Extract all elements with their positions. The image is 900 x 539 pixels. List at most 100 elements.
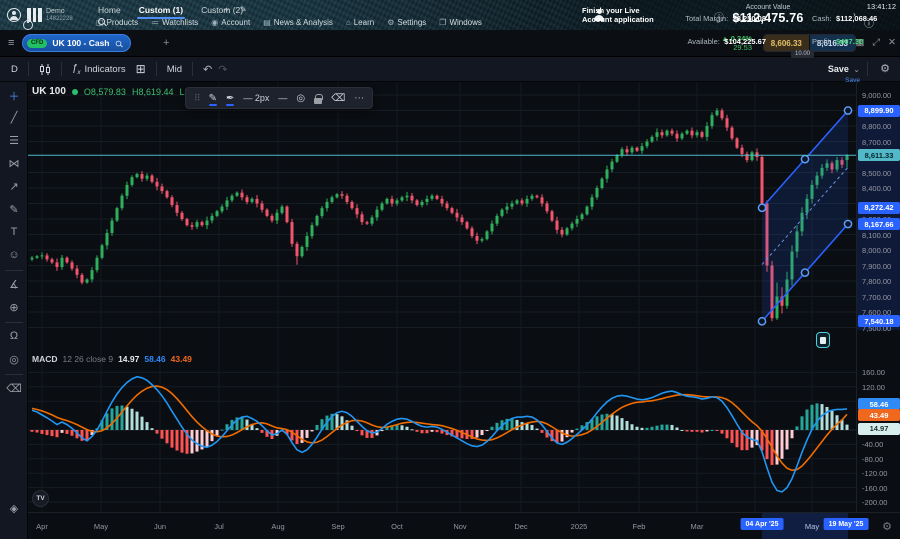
crosshair-tool[interactable]: ＋ [0, 88, 28, 104]
zoom-in-tool[interactable]: ⊕ [0, 301, 28, 314]
layout-grid-icon[interactable]: ⊞ [133, 62, 149, 76]
logout-power-icon[interactable] [23, 20, 33, 30]
available-label: Available: [687, 37, 719, 46]
floating-drawing-toolbar: ⠿ ✎ ✒ — 2px — ◎ ⌫ ⋯ [185, 87, 373, 109]
tab-title: UK 100 - Cash [52, 38, 109, 48]
macd-line-value: 58.46 [144, 354, 165, 364]
delete-drawing-icon[interactable]: ⌫ [331, 93, 345, 104]
trading-platform-window: Demo 14822228 HomeCustom (1)Custom (2) +… [0, 0, 900, 539]
menu-watchlists[interactable]: ≔Watchlists [151, 18, 198, 27]
fib-retracement-tool[interactable]: ☰ [0, 134, 28, 147]
time-tick: Apr [36, 522, 48, 531]
symbol-name[interactable]: UK 100 [32, 86, 66, 97]
menu-account-icon: ◉ [211, 18, 218, 27]
line-style-button[interactable]: — [278, 93, 287, 103]
time-tick: Sep [331, 522, 344, 531]
expand-account-chevron[interactable]: › [853, 10, 856, 19]
timeframe-button[interactable]: D [8, 64, 21, 75]
nav-tab-custom-1-[interactable]: Custom (1) [137, 2, 185, 19]
price-tick: 8,800.00 [857, 122, 900, 131]
menu-windows[interactable]: ❐Windows [439, 18, 482, 27]
save-button[interactable]: Save ⌄ Save [828, 59, 860, 84]
forecast-tool[interactable]: ↗ [0, 180, 28, 193]
candles-icon [39, 63, 51, 76]
text-tool[interactable]: T [0, 226, 28, 238]
account-value: $112,475.76 [728, 11, 808, 25]
account-value-label: Account Value [728, 4, 808, 11]
brush-tool[interactable]: ✎ [0, 203, 28, 216]
open-value: O8,579.83 [84, 87, 126, 97]
pattern-tool[interactable]: ⋈ [0, 157, 28, 170]
drawing-tools-rail: ＋ ╱ ☰ ⋈ ↗ ✎ T ☺ ∡ ⊕ Ω ◎ ⌫ ◈ [0, 82, 28, 539]
tab-uk100-cash[interactable]: CFD UK 100 - Cash [22, 34, 131, 52]
time-tick: Oct [391, 522, 403, 531]
add-chart-tab-button[interactable]: + [163, 37, 169, 49]
hide-drawings-button[interactable]: ◎ [0, 353, 28, 366]
cash-label: Cash: [812, 14, 832, 23]
remove-drawings-button[interactable]: ⌫ [0, 382, 28, 395]
drawing-price-badge: 8,899.90 [858, 105, 900, 117]
time-tick: Feb [633, 522, 646, 531]
menu-products-label: Products [107, 18, 139, 27]
price-chart[interactable] [28, 82, 856, 352]
time-axis[interactable]: AprMayJunJulAugSepOctNovDec2025FebMarMay… [0, 512, 900, 539]
platform-info-icon[interactable]: ⓘ [864, 15, 874, 30]
template-target-icon[interactable]: ◎ [296, 93, 305, 104]
more-options-icon[interactable]: ⋯ [354, 93, 364, 104]
macd-tick: -200.00 [857, 498, 900, 507]
tradingview-logo[interactable]: TV [32, 490, 49, 507]
line-color-button[interactable]: ✎ [209, 93, 217, 104]
magnet-tool[interactable]: Ω [0, 330, 28, 342]
chart-style-button[interactable] [36, 63, 54, 76]
menu-news-analysis[interactable]: ▤News & Analysis [263, 18, 333, 27]
drawing-date-badge: 04 Apr '25 [741, 518, 784, 530]
menu-products[interactable]: ◫Products [96, 18, 138, 27]
profit-value: $407.30 [836, 37, 863, 46]
price-axis[interactable]: 9,000.008,900.008,800.008,700.008,500.00… [856, 82, 900, 539]
save-caret-icon[interactable]: ⌄ [853, 65, 860, 74]
sell-price-button[interactable]: 8,606.33 [764, 35, 809, 51]
nav-tab-custom-2-[interactable]: Custom (2) [199, 2, 245, 19]
price-tick: 7,700.00 [857, 293, 900, 302]
menu-account[interactable]: ◉Account [211, 18, 250, 27]
chart-toolbar: D ƒx Indicators ⊞ Mid ↶ ↷ Save ⌄ Save ⚙ [0, 57, 900, 82]
close-chart-icon[interactable]: ✕ [888, 37, 896, 48]
price-tick: 8,400.00 [857, 184, 900, 193]
position-marker-badge[interactable] [816, 332, 830, 348]
redo-button[interactable]: ↷ [215, 63, 230, 76]
macd-chart[interactable] [28, 352, 856, 512]
macd-title[interactable]: MACD [32, 354, 58, 364]
price-tick: 8,100.00 [857, 231, 900, 240]
user-avatar-icon[interactable] [7, 8, 21, 22]
mid-price-toggle[interactable]: Mid [164, 64, 185, 75]
menu-news-analysis-icon: ▤ [263, 18, 271, 27]
menu-learn[interactable]: ⌂Learn [346, 18, 374, 27]
tab-menu-icon[interactable]: ≡ [8, 37, 14, 49]
fill-color-button[interactable]: ✒ [226, 93, 234, 104]
measure-tool[interactable]: ∡ [0, 278, 28, 291]
objects-tree-button[interactable]: ◈ [0, 502, 28, 515]
lock-drawing-icon[interactable] [314, 98, 322, 104]
edit-layout-icon[interactable]: ✎ [240, 5, 247, 14]
undo-button[interactable]: ↶ [200, 63, 215, 76]
high-value: H8,619.44 [132, 87, 174, 97]
macd-hist-value: 14.97 [118, 354, 139, 364]
indicators-button[interactable]: ƒx Indicators [69, 63, 129, 76]
time-tick: May [805, 522, 819, 531]
trendline-tool[interactable]: ╱ [0, 111, 28, 124]
tab-search-icon[interactable] [115, 40, 121, 46]
live-account-banner[interactable]: Finish your Live Account application [582, 6, 654, 25]
nav-tab-home[interactable]: Home [96, 2, 123, 19]
price-tick: 8,700.00 [857, 138, 900, 147]
menu-settings[interactable]: ⚙Settings [387, 18, 426, 27]
line-width-button[interactable]: — 2px [243, 93, 269, 103]
macd-tick: -120.00 [857, 469, 900, 478]
available-value: $104,225.67 [724, 37, 766, 46]
emoji-tool[interactable]: ☺ [0, 249, 28, 261]
time-axis-settings-gear-icon[interactable]: ⚙ [882, 520, 892, 533]
account-info-icon[interactable]: ⓘ [714, 9, 724, 24]
market-open-dot [72, 89, 78, 95]
chart-settings-gear-icon[interactable]: ⚙ [880, 62, 890, 75]
add-layout-button[interactable]: + [224, 5, 229, 15]
drag-handle[interactable]: ⠿ [194, 93, 200, 104]
